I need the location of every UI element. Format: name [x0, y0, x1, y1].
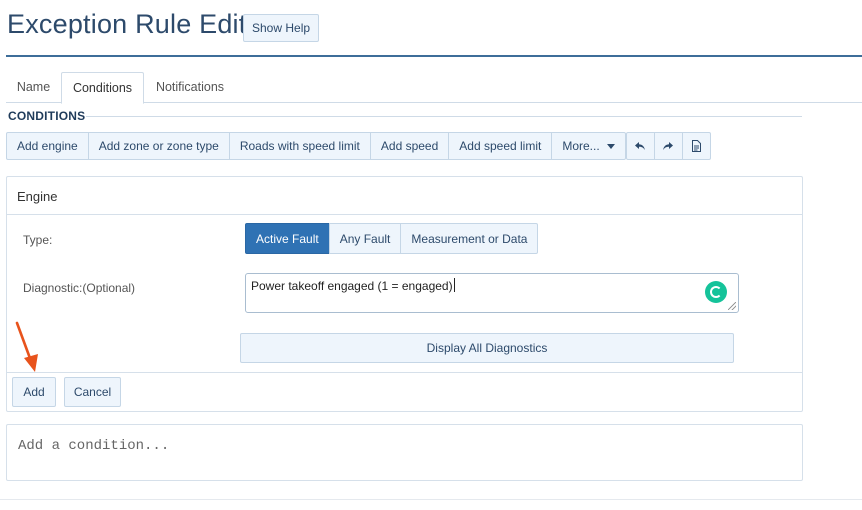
- display-all-diagnostics-button[interactable]: Display All Diagnostics: [240, 333, 734, 363]
- roads-speed-limit-button[interactable]: Roads with speed limit: [228, 132, 371, 160]
- cancel-button[interactable]: Cancel: [64, 377, 121, 407]
- add-engine-button[interactable]: Add engine: [6, 132, 89, 160]
- measurement-data-option[interactable]: Measurement or Data: [400, 223, 539, 254]
- any-fault-option[interactable]: Any Fault: [328, 223, 402, 254]
- conditions-toolbar: Add engine Add zone or zone type Roads w…: [6, 132, 711, 160]
- annotation-arrow-icon: [15, 321, 38, 372]
- undo-icon: [635, 142, 645, 150]
- redo-icon: [663, 142, 674, 150]
- more-dropdown-label: More...: [562, 139, 600, 153]
- add-speed-button[interactable]: Add speed: [369, 132, 450, 160]
- add-button[interactable]: Add: [12, 377, 56, 407]
- bottom-divider: [0, 499, 862, 500]
- undo-button[interactable]: [625, 132, 655, 160]
- diagnostic-label: Diagnostic:(Optional): [23, 281, 136, 295]
- panel-title: Engine: [17, 189, 58, 204]
- diagnostic-input-value: Power takeoff engaged (1 = engaged): [251, 279, 453, 293]
- active-fault-option[interactable]: Active Fault: [245, 223, 330, 254]
- conditions-section-label: CONDITIONS: [8, 109, 86, 123]
- tab-conditions[interactable]: Conditions: [61, 72, 144, 104]
- conditions-divider: [86, 116, 802, 117]
- document-icon: [691, 140, 701, 152]
- add-zone-button[interactable]: Add zone or zone type: [87, 132, 230, 160]
- tab-bar: Name Conditions Notifications: [6, 72, 862, 104]
- resize-handle-icon[interactable]: [728, 302, 736, 310]
- engine-condition-panel: Engine Type: Active Fault Any Fault Meas…: [6, 176, 803, 412]
- chevron-down-icon: [606, 143, 615, 149]
- page-title: Exception Rule Edit: [7, 9, 247, 39]
- add-condition-input[interactable]: Add a condition...: [6, 424, 803, 481]
- redo-button[interactable]: [653, 132, 683, 160]
- panel-header: Engine: [7, 177, 802, 215]
- text-cursor: [453, 278, 455, 292]
- title-divider: [6, 55, 862, 57]
- more-dropdown-button[interactable]: More...: [551, 132, 626, 160]
- document-button[interactable]: [681, 132, 711, 160]
- grammarly-icon[interactable]: [705, 281, 727, 303]
- add-speed-limit-button[interactable]: Add speed limit: [448, 132, 553, 160]
- tab-notifications[interactable]: Notifications: [144, 72, 236, 103]
- diagnostic-input[interactable]: Power takeoff engaged (1 = engaged): [245, 273, 739, 313]
- panel-footer-divider: [7, 372, 802, 373]
- type-label: Type:: [23, 233, 53, 247]
- tab-name[interactable]: Name: [6, 72, 61, 103]
- type-selector: Active Fault Any Fault Measurement or Da…: [245, 223, 539, 254]
- show-help-button[interactable]: Show Help: [243, 14, 320, 42]
